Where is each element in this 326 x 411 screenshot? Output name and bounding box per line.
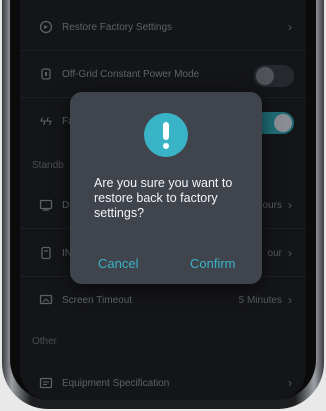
app-screen: Restore Factory Settings › Off-Grid Cons…	[20, 0, 306, 400]
dialog-message: Are you sure you want to restore back to…	[94, 176, 233, 220]
exclamation-icon	[144, 113, 188, 157]
cancel-button[interactable]: Cancel	[98, 256, 138, 272]
device-frame: Restore Factory Settings › Off-Grid Cons…	[0, 0, 326, 411]
confirm-dialog: Are you sure you want to restore back to…	[70, 92, 262, 284]
confirm-button[interactable]: Confirm	[190, 256, 236, 272]
